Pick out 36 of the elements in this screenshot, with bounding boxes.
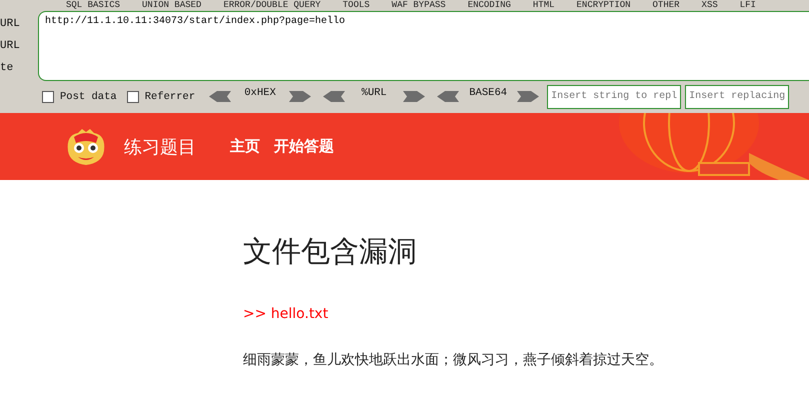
included-file-line: >> hello.txt [243, 306, 330, 322]
menu-item[interactable]: SQL BASICS [66, 0, 120, 11]
right-arrow-button[interactable] [517, 91, 540, 102]
right-arrow-button[interactable] [289, 91, 312, 102]
checkbox-label[interactable]: Post data [60, 90, 117, 102]
checkbox[interactable] [42, 90, 54, 102]
site-title: 练习题目 [124, 136, 196, 158]
left-arrow-button[interactable] [437, 91, 460, 102]
file-content-text: 细雨蒙蒙，鱼儿欢快地跃出水面；微风习习，燕子倾斜着掠过天空。 [243, 351, 664, 369]
left-arrow-button[interactable] [209, 91, 232, 102]
checkbox-label[interactable]: Referrer [144, 90, 196, 102]
right-arrow-button[interactable] [403, 91, 426, 102]
nav-link[interactable]: 主页 [230, 137, 260, 156]
nav-link[interactable]: 开始答题 [274, 137, 334, 156]
menu-item[interactable]: OTHER [652, 0, 680, 11]
menu-item[interactable]: WAF BYPASS [392, 0, 446, 11]
side-action[interactable]: URL [0, 18, 20, 30]
replace-field[interactable]: Insert string to repl [547, 84, 682, 108]
menu-item[interactable]: ERROR/DOUBLE QUERY [223, 0, 321, 11]
side-action[interactable]: te [0, 62, 14, 74]
encoder-label: %URL [360, 86, 388, 98]
replace-field[interactable]: Insert replacing [685, 84, 790, 108]
side-action[interactable]: URL [0, 40, 20, 52]
encoder-label: 0xHEX [243, 86, 277, 98]
encoder-label: BASE64 [468, 86, 508, 98]
menu-item[interactable]: LFI [740, 0, 756, 11]
left-arrow-button[interactable] [323, 91, 346, 102]
url-field[interactable]: http://11.1.10.11:34073/start/index.php?page=hello [38, 11, 809, 81]
menu-item[interactable]: UNION BASED [142, 0, 202, 11]
checkbox[interactable] [126, 90, 139, 102]
page-heading: 文件包含漏洞 [243, 233, 418, 270]
menu-item[interactable]: HTML [532, 0, 555, 11]
menu-item[interactable]: ENCRYPTION [576, 0, 631, 11]
menu-item[interactable]: ENCODING [468, 0, 511, 11]
menu-item[interactable]: XSS [702, 0, 718, 11]
menu-item[interactable]: TOOLS [342, 0, 370, 11]
